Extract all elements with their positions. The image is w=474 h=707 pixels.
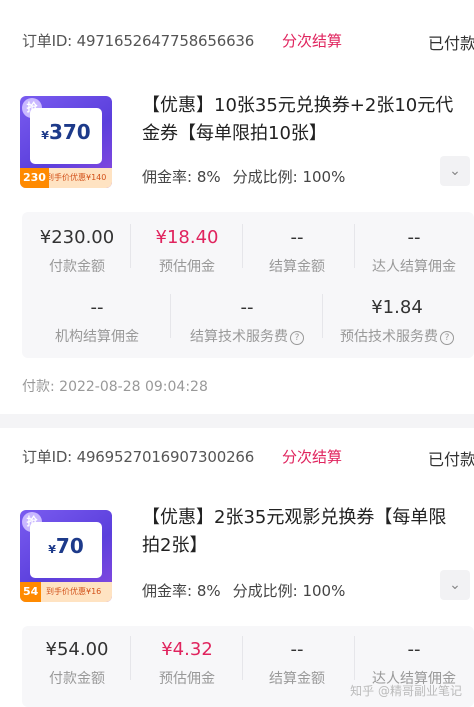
stat-settle-service-fee: -- 结算技术服务费?	[172, 296, 322, 346]
stat-est-commission: ¥4.32 预估佣金	[159, 639, 215, 687]
split-settlement-tag: 分次结算	[282, 32, 343, 50]
product-title[interactable]: 【优惠】10张35元兑换券+2张10元代金券【每单限拍10张】	[142, 92, 460, 148]
order-id: 订单ID: 4969527016907300266	[22, 448, 255, 466]
order-stats-panel: ¥230.00 付款金额 ¥18.40 预估佣金 -- 结算金额 -- 达人结算…	[22, 212, 474, 358]
commission-rate: 佣金率: 8%	[142, 582, 221, 600]
thumb-ticket: ¥70	[30, 522, 102, 578]
pay-time: 付款: 2022-08-28 09:04:28	[22, 379, 208, 395]
stat-est-service-fee: ¥1.84 预估技术服务费?	[322, 296, 472, 346]
thumb-corner-price: 54	[20, 582, 42, 602]
stat-settle-amount: -- 结算金额	[269, 639, 325, 687]
thumb-corner-price: 230	[20, 168, 49, 188]
thumb-ticket: ¥370	[30, 108, 102, 164]
commission-rate: 佣金率: 8%	[142, 168, 221, 186]
product-thumbnail[interactable]: 抢 ¥70 到手价优惠¥16 54	[20, 510, 112, 602]
order-status: 已付款	[427, 34, 474, 53]
thumb-price: ¥370	[41, 120, 91, 144]
order-card: 订单ID: 4969527016907300266 分次结算 已付款 抢 ¥70…	[0, 428, 474, 707]
watermark: 知乎 @精哥副业笔记	[350, 684, 462, 698]
product-thumbnail[interactable]: 抢 ¥370 到手价优惠¥140 230	[20, 96, 112, 188]
chevron-down-icon: ⌄	[449, 163, 461, 179]
thumb-price: ¥70	[48, 534, 84, 558]
stat-pay-amount: ¥230.00 付款金额	[39, 227, 115, 275]
stat-est-commission: ¥18.40 预估佣金	[155, 227, 219, 275]
stat-influencer-commission: -- 达人结算佣金	[372, 227, 456, 275]
split-ratio: 分成比例: 100%	[232, 582, 346, 600]
help-icon[interactable]: ?	[290, 331, 304, 345]
commission-meta: 佣金率: 8% 分成比例: 100%	[142, 580, 345, 601]
order-header: 订单ID: 4969527016907300266 分次结算 已付款	[22, 446, 474, 470]
divider	[130, 224, 131, 268]
commission-meta: 佣金率: 8% 分成比例: 100%	[142, 166, 345, 187]
divider	[170, 294, 171, 338]
help-icon[interactable]: ?	[440, 331, 454, 345]
split-ratio: 分成比例: 100%	[232, 168, 346, 186]
expand-button[interactable]: ⌄	[440, 570, 470, 600]
stat-agency-commission: -- 机构结算佣金	[55, 297, 139, 345]
split-settlement-tag: 分次结算	[282, 448, 343, 466]
expand-button[interactable]: ⌄	[440, 156, 470, 186]
stat-pay-amount: ¥54.00 付款金额	[45, 639, 109, 687]
order-card: 订单ID: 4971652647758656636 分次结算 已付款 抢 ¥37…	[0, 0, 474, 414]
divider	[130, 636, 131, 680]
chevron-down-icon: ⌄	[449, 577, 461, 593]
order-id: 订单ID: 4971652647758656636	[22, 32, 255, 50]
stat-influencer-commission: -- 达人结算佣金	[372, 639, 456, 687]
order-status: 已付款	[427, 450, 474, 469]
product-title[interactable]: 【优惠】2张35元观影兑换券【每单限拍2张】	[142, 504, 460, 560]
order-header: 订单ID: 4971652647758656636 分次结算 已付款	[22, 30, 474, 54]
stat-settle-amount: -- 结算金额	[269, 227, 325, 275]
